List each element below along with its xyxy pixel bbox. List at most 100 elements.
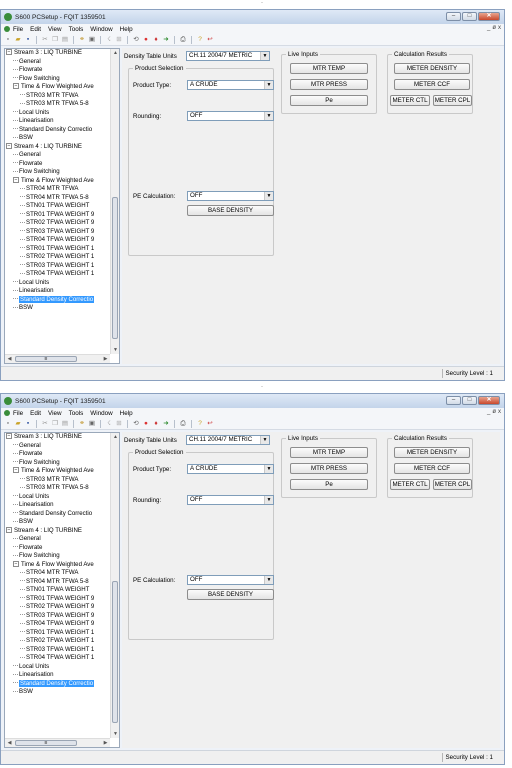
tree-item[interactable]: General [5,151,110,160]
hscroll-thumb[interactable]: ≡ [15,740,77,746]
tree-item[interactable]: − Time & Flow Weighted Ave [5,177,110,186]
tree-horizontal-scrollbar[interactable]: ◀ ≡ ▶ [5,354,110,363]
tree-item[interactable]: Flowrate [5,544,110,553]
tree-item[interactable]: STR02 TFWA WEIGHT 1 [5,253,110,262]
meter-ccf-button[interactable]: METER CCF [394,79,470,90]
tree-item[interactable]: BSW [5,688,110,697]
tree-item[interactable]: Flow Switching [5,168,110,177]
meter-cpl-button[interactable]: METER CPL [433,479,472,490]
tree-item[interactable]: BSW [5,304,110,313]
meter-cpl-button[interactable]: METER CPL [433,95,472,106]
tree-item[interactable]: STR02 TFWA WEIGHT 1 [5,637,110,646]
stop-icon[interactable]: ● [142,420,150,428]
menu-help[interactable]: Help [120,26,133,33]
meter-density-button[interactable]: METER DENSITY [394,63,470,74]
new-file-icon[interactable]: ▫ [4,36,12,44]
chevron-down-icon[interactable]: ▼ [264,496,273,504]
scroll-right-icon[interactable]: ▶ [101,355,110,363]
sync-icon[interactable]: ⟲ [132,36,140,44]
scroll-up-icon[interactable]: ▲ [111,49,119,57]
grid-icon[interactable]: ⊞ [115,420,123,428]
tree-item[interactable]: STR04 MTR TFWA 5-8 [5,194,110,203]
mtr-temp-button[interactable]: MTR TEMP [290,447,368,458]
tree-horizontal-scrollbar[interactable]: ◀ ≡ ▶ [5,738,110,747]
tree-item[interactable]: STR01 TFWA WEIGHT 9 [5,211,110,220]
mtr-press-button[interactable]: MTR PRESS [290,79,368,90]
rounding-select[interactable]: OFF ▼ [187,495,274,505]
open-folder-icon[interactable]: ▰ [14,36,22,44]
tree-item[interactable]: STR04 TFWA WEIGHT 1 [5,270,110,279]
transfer-icon[interactable]: ▣ [88,36,96,44]
tree-item[interactable]: Linearisation [5,671,110,680]
minimize-button[interactable]: – [446,396,461,405]
help-icon[interactable]: ? [196,36,204,44]
navigation-tree[interactable]: − Stream 3 : LIQ TURBINE General Flowrate Fl… [4,48,120,364]
tree-item[interactable]: General [5,58,110,67]
tree-item[interactable]: STR03 MTR TFWA 5-8 [5,484,110,493]
transfer-icon[interactable]: ▣ [88,420,96,428]
tree-item[interactable]: Standard Density Correctio [5,295,110,305]
mdi-close-button[interactable]: x [498,409,501,415]
product-type-select[interactable]: A CRUDE ▼ [187,464,274,474]
tree-item[interactable]: − Stream 3 : LIQ TURBINE [5,49,110,58]
tree-item[interactable]: STR04 TFWA WEIGHT 9 [5,236,110,245]
meter-ctl-button[interactable]: METER CTL [390,479,430,490]
tree-expander-icon[interactable]: − [13,83,19,90]
menu-edit[interactable]: Edit [30,26,41,33]
tree-item[interactable]: STR03 MTR TFWA [5,476,110,485]
minimize-button[interactable]: – [446,12,461,21]
tree-vertical-scrollbar[interactable]: ▲ ▼ [110,433,119,738]
menu-tools[interactable]: Tools [69,26,84,33]
chevron-down-icon[interactable]: ▼ [260,436,269,444]
link-icon[interactable]: ☇ [105,420,113,428]
scroll-left-icon[interactable]: ◀ [5,355,14,363]
scroll-right-icon[interactable]: ▶ [101,739,110,747]
scroll-thumb[interactable] [112,197,118,339]
pe-button[interactable]: Pe [290,479,368,490]
tree-item[interactable]: STN01 TFWA WEIGHT [5,586,110,595]
copy-icon[interactable]: ❐ [51,420,59,428]
maximize-button[interactable]: □ [462,396,477,405]
tree-expander-icon[interactable]: − [13,467,19,474]
mdi-minimize-button[interactable]: _ [487,409,490,415]
base-density-button[interactable]: BASE DENSITY [187,205,274,216]
mdi-restore-button[interactable]: ø [492,25,496,31]
tree-item[interactable]: − Time & Flow Weighted Ave [5,467,110,476]
scroll-left-icon[interactable]: ◀ [5,739,14,747]
tree-item[interactable]: STR04 TFWA WEIGHT 9 [5,620,110,629]
link-icon[interactable]: ☇ [105,36,113,44]
tree-item[interactable]: STR03 TFWA WEIGHT 1 [5,646,110,655]
menu-edit[interactable]: Edit [30,410,41,417]
chevron-down-icon[interactable]: ▼ [264,576,273,584]
hscroll-thumb[interactable]: ≡ [15,356,77,362]
pin-icon[interactable]: ♦ [152,36,160,44]
tree-item[interactable]: − Time & Flow Weighted Ave [5,561,110,570]
scroll-down-icon[interactable]: ▼ [111,730,119,738]
tree-vertical-scrollbar[interactable]: ▲ ▼ [110,49,119,354]
arrow-icon[interactable]: ➜ [162,36,170,44]
tree-expander-icon[interactable]: − [6,433,12,440]
mdi-minimize-button[interactable]: _ [487,25,490,31]
scroll-up-icon[interactable]: ▲ [111,433,119,441]
tree-item[interactable]: General [5,535,110,544]
density-table-select[interactable]: CH.11 2004/7 METRIC ▼ [186,51,270,61]
rounding-select[interactable]: OFF ▼ [187,111,274,121]
tree-expander-icon[interactable]: − [13,560,19,567]
scroll-thumb[interactable] [112,581,118,723]
help-icon[interactable]: ? [196,420,204,428]
connect-icon[interactable]: ⚭ [78,420,86,428]
tree-item[interactable]: STR02 TFWA WEIGHT 9 [5,219,110,228]
tree-item[interactable]: STN01 TFWA WEIGHT [5,202,110,211]
menu-window[interactable]: Window [90,26,112,33]
cut-icon[interactable]: ✂ [41,420,49,428]
tree-item[interactable]: Linearisation [5,117,110,126]
pe-calculation-select[interactable]: OFF ▼ [187,191,274,201]
tree-item[interactable]: Local Units [5,663,110,672]
tree-item[interactable]: STR01 TFWA WEIGHT 9 [5,595,110,604]
scroll-down-icon[interactable]: ▼ [111,346,119,354]
close-button[interactable]: ✕ [478,12,500,21]
tree-item[interactable]: Standard Density Correctio [5,510,110,519]
tree-item[interactable]: STR04 TFWA WEIGHT 1 [5,654,110,663]
tree-item[interactable]: Flow Switching [5,75,110,84]
tree-item[interactable]: STR01 TFWA WEIGHT 1 [5,245,110,254]
